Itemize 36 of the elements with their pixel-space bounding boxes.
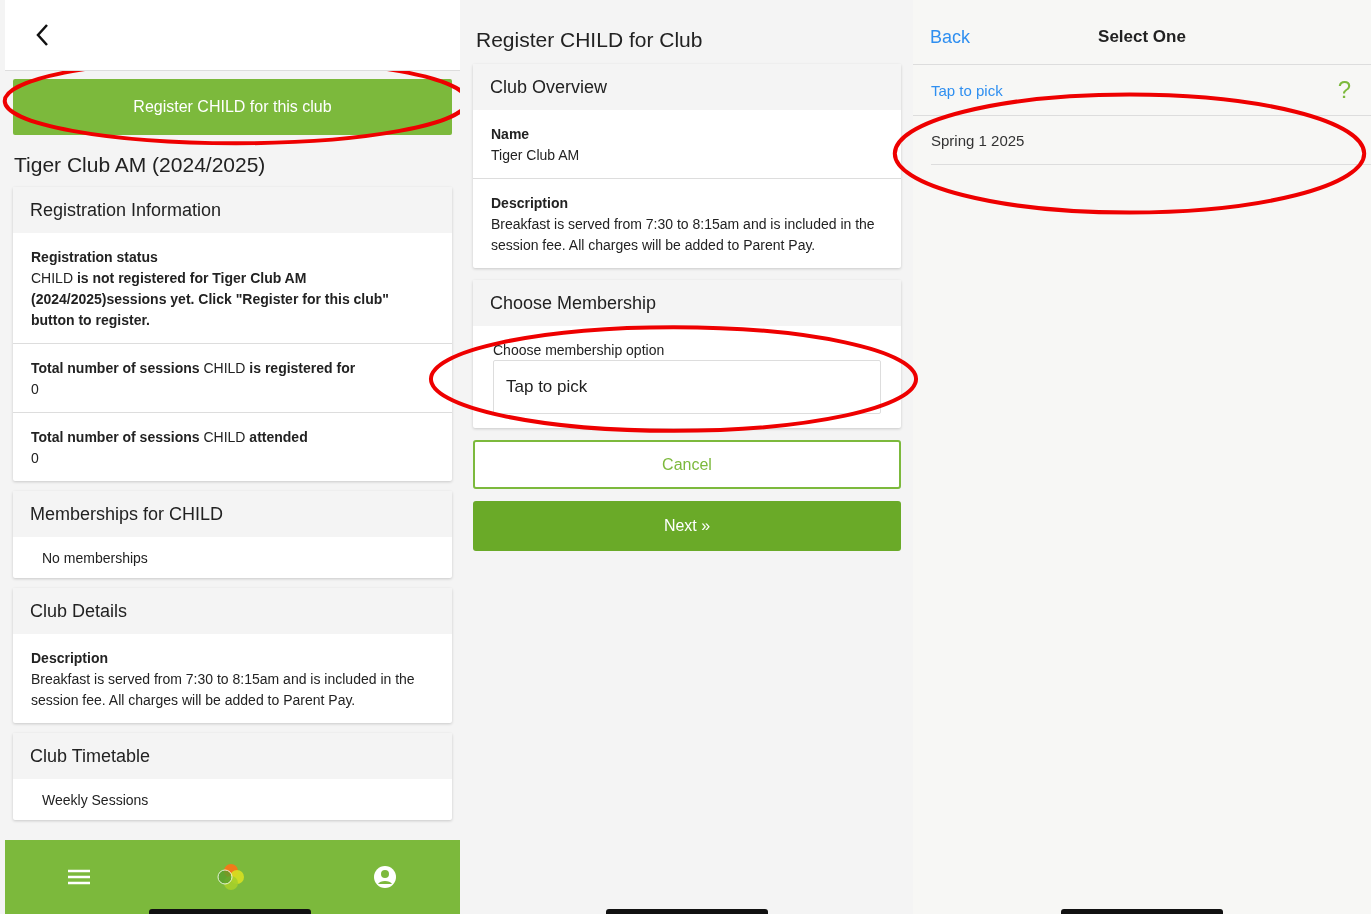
field-label: Description: [31, 649, 109, 668]
membership-picker-field[interactable]: Tap to pick: [493, 360, 881, 414]
section-title: Choose Membership: [473, 280, 901, 326]
cancel-button[interactable]: Cancel: [473, 440, 901, 489]
field-label: Name: [491, 125, 531, 144]
next-button[interactable]: Next »: [473, 501, 901, 551]
field-label: Choose membership option: [492, 341, 666, 360]
field-value: 0: [31, 380, 40, 399]
section-note: Weekly Sessions: [41, 791, 150, 810]
picker-prompt[interactable]: Tap to pick: [931, 81, 1003, 99]
club-title: Tiger Club AM (2024/2025): [14, 153, 267, 177]
field-value: 0: [31, 449, 40, 468]
field-value: CHILD is not registered for Tiger Club AM (2024/2025)sessions yet. Click "Register for this club" button to register.: [31, 269, 390, 330]
field-label: Description: [491, 194, 569, 213]
field-label: Total number of sessions CHILD attended: [31, 428, 309, 447]
field-value: Tiger Club AM: [491, 146, 581, 165]
section-title: Memberships for CHILD: [13, 491, 452, 537]
section-title: Club Timetable: [13, 733, 452, 779]
page-title: Register CHILD for Club: [476, 28, 704, 52]
field-value: Breakfast is served from 7:30 to 8:15am and is included in the session fee. All charges will be added to Parent Pay.: [491, 215, 876, 255]
help-icon[interactable]: ?: [1337, 76, 1351, 104]
back-icon[interactable]: [35, 23, 49, 47]
back-link[interactable]: Back: [930, 26, 971, 48]
register-button[interactable]: Register CHILD for this club: [13, 79, 452, 135]
field-label: Registration status: [31, 248, 159, 267]
section-title: Club Overview: [473, 64, 901, 110]
section-title: Club Details: [13, 588, 452, 634]
section-note: No memberships: [41, 549, 149, 568]
picker-title: Select One: [1098, 27, 1186, 47]
field-value: Breakfast is served from 7:30 to 8:15am and is included in the session fee. All charges will be added to Parent Pay.: [31, 670, 416, 710]
menu-icon[interactable]: [68, 869, 91, 885]
section-title: Registration Information: [13, 187, 452, 233]
option-item[interactable]: Spring 1 2025: [931, 116, 1371, 165]
profile-icon[interactable]: [372, 865, 397, 889]
clover-logo-icon[interactable]: [216, 862, 247, 892]
field-label: Total number of sessions CHILD is registered for: [31, 359, 357, 378]
